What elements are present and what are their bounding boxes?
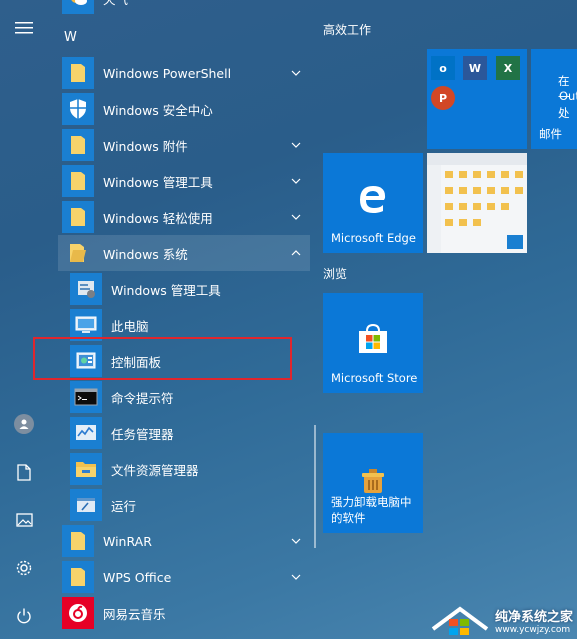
file-explorer-tile[interactable] [427, 153, 527, 253]
list-item-label: 天气 [103, 0, 128, 8]
terminal-icon [70, 381, 102, 413]
list-item-label: Windows PowerShell [103, 65, 232, 81]
uninstaller-label-line2: 的软件 [331, 511, 366, 525]
watermark-url: www.ycwjzy.com [494, 625, 571, 635]
powerpoint-icon: P [431, 86, 455, 110]
list-item-label: Windows 安全中心 [103, 102, 213, 118]
avatar [14, 414, 34, 434]
list-item-windows-system[interactable]: Windows 系统 [58, 235, 310, 271]
file-explorer-icon [70, 453, 102, 485]
mail-tile-text-2: Out [559, 89, 577, 103]
list-item-wps-office[interactable]: WPS Office [58, 559, 310, 595]
section-letter[interactable]: W [64, 30, 77, 45]
app-list: 天气 W Windows PowerShell Windows 安全中心 Win… [58, 0, 310, 639]
list-item-label: 此电脑 [111, 318, 149, 334]
watermark: 纯净系统之家 www.ycwjzy.com [429, 601, 573, 637]
list-item-label: 文件资源管理器 [111, 462, 199, 478]
edge-icon [360, 186, 386, 213]
folder-icon [62, 57, 94, 89]
uninstaller-tile-label: 强力卸载电脑中 的软件 [331, 494, 412, 526]
document-icon [17, 463, 31, 481]
list-item-accessories[interactable]: Windows 附件 [58, 127, 310, 163]
uninstaller-tile[interactable]: 强力卸载电脑中 的软件 [323, 433, 423, 533]
power-button[interactable] [0, 596, 48, 636]
uninstaller-icon [362, 469, 384, 493]
list-item-run[interactable]: 运行 [58, 487, 310, 523]
hamburger-menu-button[interactable] [0, 8, 48, 48]
user-icon [19, 419, 29, 429]
folder-icon [62, 561, 94, 593]
folder-icon [62, 129, 94, 161]
picture-icon [15, 513, 33, 527]
list-item-powershell[interactable]: Windows PowerShell [58, 55, 310, 91]
list-item-label: Windows 管理工具 [111, 282, 221, 298]
list-item-label: Windows 附件 [103, 138, 188, 154]
chevron-down-icon[interactable] [290, 175, 302, 187]
left-rail [0, 0, 48, 639]
office-tile[interactable]: o W X P [427, 49, 527, 149]
list-item-label: Windows 管理工具 [103, 174, 213, 190]
outlook-icon: o [431, 56, 455, 80]
chevron-down-icon[interactable] [290, 67, 302, 79]
chevron-down-icon[interactable] [290, 139, 302, 151]
list-item-label: Windows 轻松使用 [103, 210, 213, 226]
chevron-down-icon[interactable] [290, 571, 302, 583]
list-item-file-explorer[interactable]: 文件资源管理器 [58, 451, 310, 487]
uninstaller-label-line1: 强力卸载电脑中 [331, 495, 412, 509]
list-item-label: 命令提示符 [111, 390, 174, 406]
power-icon [17, 608, 31, 624]
folder-icon [62, 201, 94, 233]
mail-tile[interactable]: 在一处 Out 邮件 [531, 49, 577, 149]
list-item-label: 网易云音乐 [103, 606, 166, 622]
watermark-logo-icon [431, 606, 489, 635]
shield-icon [62, 93, 94, 125]
file-explorer-thumbnail-icon [427, 153, 527, 253]
store-tile[interactable]: Microsoft Store [323, 293, 423, 393]
gear-icon [16, 560, 32, 576]
open-folder-icon [62, 237, 94, 269]
word-icon: W [463, 56, 487, 80]
chevron-up-icon[interactable] [290, 247, 302, 259]
run-icon [70, 489, 102, 521]
store-tile-label: Microsoft Store [331, 371, 418, 385]
pictures-button[interactable] [0, 500, 48, 540]
list-item-admin-tools-folder[interactable]: Windows 管理工具 [58, 163, 310, 199]
list-item-label: WinRAR [103, 533, 152, 549]
highlight-box [33, 337, 292, 380]
folder-icon [62, 525, 94, 557]
list-item-admin-tools[interactable]: Windows 管理工具 [58, 271, 310, 307]
tile-group-title-productivity[interactable]: 高效工作 [323, 21, 371, 38]
excel-icon: X [496, 56, 520, 80]
hamburger-icon [15, 22, 33, 34]
tile-group-title-browse[interactable]: 浏览 [323, 265, 347, 282]
list-item-task-manager[interactable]: 任务管理器 [58, 415, 310, 451]
list-item-label: 任务管理器 [111, 426, 174, 442]
weather-icon [62, 0, 94, 14]
list-item-command-prompt[interactable]: 命令提示符 [58, 379, 310, 415]
list-item-label: Windows 系统 [103, 246, 188, 262]
netease-music-icon [62, 597, 94, 629]
documents-button[interactable] [0, 452, 48, 492]
store-icon [359, 323, 387, 353]
mail-tile-label: 邮件 [539, 127, 562, 141]
edge-tile-label: Microsoft Edge [331, 231, 416, 245]
task-manager-icon [70, 417, 102, 449]
list-item-weather[interactable]: 天气 [58, 0, 310, 16]
chevron-down-icon[interactable] [290, 211, 302, 223]
admin-tools-icon [70, 273, 102, 305]
list-item-winrar[interactable]: WinRAR [58, 523, 310, 559]
list-item-security-center[interactable]: Windows 安全中心 [58, 91, 310, 127]
list-item-label: WPS Office [103, 569, 172, 585]
chevron-down-icon[interactable] [290, 535, 302, 547]
settings-button[interactable] [0, 548, 48, 588]
watermark-title: 纯净系统之家 [494, 610, 573, 625]
list-item-netease-music[interactable]: 网易云音乐 [58, 595, 310, 631]
folder-icon [62, 165, 94, 197]
scrollbar[interactable] [314, 425, 316, 548]
account-button[interactable] [0, 404, 48, 444]
list-item-label: 运行 [111, 498, 137, 514]
list-item-ease-of-access[interactable]: Windows 轻松使用 [58, 199, 310, 235]
edge-tile[interactable]: Microsoft Edge [323, 153, 423, 253]
